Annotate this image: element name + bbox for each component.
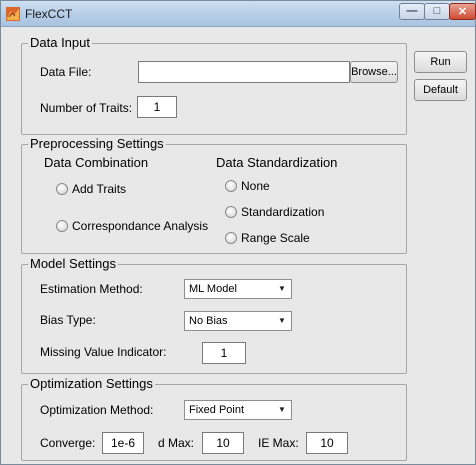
- chevron-down-icon: ▼: [278, 405, 286, 414]
- correspondance-analysis-label: Correspondance Analysis: [72, 219, 209, 233]
- optimization-settings-title: Optimization Settings: [28, 376, 155, 391]
- bias-type-select[interactable]: No Bias ▼: [184, 311, 292, 331]
- matlab-app-icon: [6, 7, 20, 21]
- range-scale-radio[interactable]: [225, 232, 237, 244]
- main-content: Data Input Data File: Browse... Number o…: [5, 28, 473, 462]
- correspondance-analysis-radio[interactable]: [56, 220, 68, 232]
- number-of-traits-input[interactable]: 1: [137, 96, 177, 118]
- chevron-down-icon: ▼: [278, 316, 286, 325]
- chevron-down-icon: ▼: [278, 284, 286, 293]
- browse-button[interactable]: Browse...: [350, 61, 398, 83]
- title-bar[interactable]: FlexCCT — □ ✕: [1, 1, 476, 27]
- data-input-title: Data Input: [28, 35, 92, 50]
- d-max-input[interactable]: 10: [202, 432, 244, 454]
- data-combination-heading: Data Combination: [44, 155, 149, 170]
- optimization-method-select[interactable]: Fixed Point ▼: [184, 400, 292, 420]
- converge-input[interactable]: 1e-6: [102, 432, 144, 454]
- optimization-method-label: Optimization Method:: [40, 403, 154, 417]
- ie-max-label: IE Max:: [258, 436, 299, 450]
- optimization-settings-panel: Optimization Settings Optimization Metho…: [21, 376, 407, 461]
- standardization-radio[interactable]: [225, 206, 237, 218]
- missing-value-input[interactable]: 1: [202, 342, 246, 364]
- ie-max-input[interactable]: 10: [306, 432, 348, 454]
- add-traits-radio[interactable]: [56, 183, 68, 195]
- data-file-label: Data File:: [40, 65, 92, 79]
- close-button[interactable]: ✕: [449, 3, 476, 20]
- close-icon: ✕: [457, 6, 468, 18]
- data-standardization-heading: Data Standardization: [216, 155, 338, 170]
- default-button[interactable]: Default: [414, 79, 467, 101]
- add-traits-label: Add Traits: [72, 182, 127, 196]
- preprocessing-panel: Preprocessing Settings Data Combination …: [21, 136, 407, 254]
- none-label: None: [241, 179, 270, 193]
- model-settings-panel: Model Settings Estimation Method: ML Mod…: [21, 256, 407, 374]
- maximize-icon: □: [433, 5, 441, 17]
- missing-value-label: Missing Value Indicator:: [40, 345, 167, 359]
- bias-type-label: Bias Type:: [40, 313, 96, 327]
- run-button[interactable]: Run: [414, 51, 467, 73]
- data-file-input[interactable]: [138, 61, 350, 83]
- d-max-label: d Max:: [158, 436, 195, 450]
- estimation-method-value: ML Model: [189, 283, 237, 295]
- standardization-label: Standardization: [241, 205, 325, 219]
- none-radio[interactable]: [225, 180, 237, 192]
- bias-type-value: No Bias: [189, 315, 228, 327]
- number-of-traits-label: Number of Traits:: [40, 101, 133, 115]
- range-scale-label: Range Scale: [241, 231, 310, 245]
- preprocessing-title: Preprocessing Settings: [28, 136, 166, 151]
- minimize-icon: —: [406, 5, 418, 17]
- converge-label: Converge:: [40, 436, 96, 450]
- estimation-method-label: Estimation Method:: [40, 282, 143, 296]
- window-title: FlexCCT: [25, 7, 73, 21]
- data-input-panel: Data Input Data File: Browse... Number o…: [21, 35, 407, 135]
- model-settings-title: Model Settings: [28, 256, 118, 271]
- optimization-method-value: Fixed Point: [189, 404, 245, 416]
- minimize-button[interactable]: —: [399, 3, 425, 20]
- app-window: FlexCCT — □ ✕ Data Input Data File: Brow…: [0, 0, 476, 465]
- estimation-method-select[interactable]: ML Model ▼: [184, 279, 292, 299]
- maximize-button[interactable]: □: [424, 3, 450, 20]
